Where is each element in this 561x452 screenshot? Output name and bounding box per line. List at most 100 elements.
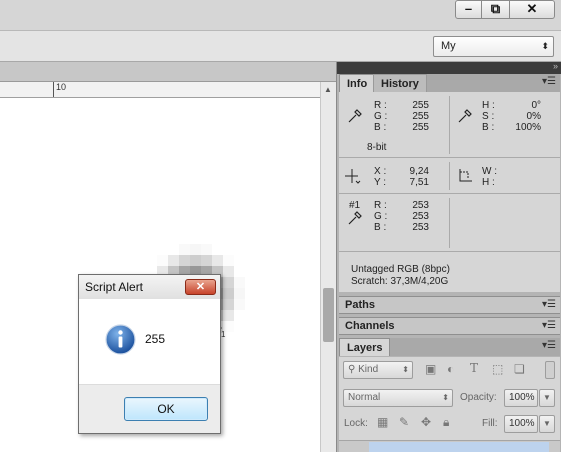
image-pixel [179, 244, 190, 255]
eyedropper-icon [348, 211, 362, 225]
brightness-value: 100% [515, 122, 541, 133]
lock-transparent-icon[interactable]: ▦ [377, 415, 388, 429]
panel-menu-icon[interactable]: ▾☰ [542, 299, 556, 310]
dialog-body: 255 [79, 299, 220, 384]
updown-arrow-icon: ⬍ [541, 41, 549, 51]
search-icon: ⚲ [348, 364, 359, 375]
dialog-message: 255 [145, 332, 166, 346]
s-label: S : [482, 111, 495, 122]
script-alert-dialog: Script Alert ✕ 255 OK [78, 274, 221, 434]
w-label: W : [482, 166, 497, 177]
type-filter-icon[interactable]: T [470, 361, 478, 375]
smart-object-filter-icon[interactable]: ❏ [514, 362, 525, 376]
paths-title: Paths [345, 299, 375, 311]
bit-depth: 8-bit [367, 142, 387, 153]
divider [449, 162, 450, 190]
lock-label: Lock: [344, 418, 368, 429]
info-panel: R : G : B : 255 255 255 8-bit H : S : B … [339, 92, 560, 292]
window-close-button[interactable]: ✕ [510, 0, 555, 19]
brightness-label: B : [482, 122, 495, 133]
sampler-g-label: G : [374, 211, 388, 222]
lock-all-icon[interactable]: 🔒︎ [443, 415, 449, 430]
panel-menu-icon[interactable]: ▾☰ [542, 76, 556, 87]
y-label: Y : [374, 177, 387, 188]
restore-button[interactable]: ⧉ [482, 0, 510, 19]
shape-filter-icon[interactable]: ⬚ [492, 362, 503, 376]
image-pixel [234, 277, 245, 288]
scroll-up-icon[interactable]: ▲ [324, 85, 332, 94]
workspace-select[interactable]: My ⬍ [433, 36, 554, 57]
tab-info[interactable]: Info [339, 74, 376, 92]
window-titlebar: – ⧉ ✕ [0, 0, 561, 30]
image-pixel [157, 255, 168, 266]
b-label: B : [374, 122, 387, 133]
selected-layer-highlight [369, 442, 549, 452]
scroll-thumb[interactable] [323, 288, 334, 342]
tab-history[interactable]: History [373, 74, 427, 92]
image-pixel [223, 255, 234, 266]
scratch-sizes: Scratch: 37,3M/4,20G [351, 276, 449, 287]
vertical-scrollbar[interactable]: ▲ [320, 82, 336, 452]
image-pixel [234, 299, 245, 310]
panel-menu-icon[interactable]: ▾☰ [542, 320, 556, 331]
sampler-g-value: 253 [412, 211, 429, 222]
kind-label: Kind [358, 364, 379, 375]
paths-panel-header[interactable]: Paths ▾☰ [339, 296, 560, 314]
horizontal-ruler: 10 [0, 82, 320, 98]
panel-collapse-bar[interactable]: » [337, 61, 561, 74]
info-panel-tabs: Info History ▾☰ [339, 74, 560, 92]
selection-size-icon [459, 169, 472, 182]
tab-layers[interactable]: Layers [339, 338, 391, 356]
kind-filter-select[interactable]: ⚲ Kind ⬍ [343, 361, 413, 379]
eyedropper-icon [348, 109, 362, 123]
fill-field[interactable]: 100% [504, 415, 538, 433]
h-value: 0° [531, 100, 541, 111]
blend-mode-value: Normal [348, 392, 381, 403]
blend-mode-select[interactable]: Normal ⬍ [343, 389, 453, 407]
image-pixel [179, 255, 190, 266]
panel-dock: » Info History ▾☰ R : G : B : 255 255 25… [336, 61, 561, 452]
document-profile: Untagged RGB (8bpc) [351, 264, 450, 275]
workspace-value: My [441, 40, 456, 52]
chevron-down-icon[interactable]: ▼ [539, 415, 555, 433]
document-tab-strip [0, 62, 336, 82]
dialog-close-button[interactable]: ✕ [185, 279, 216, 295]
updown-arrow-icon: ⬍ [402, 365, 409, 374]
y-value: 7,51 [409, 177, 429, 188]
layers-panel-tabs: Layers ▾☰ [339, 338, 560, 356]
g-value: 255 [412, 111, 429, 122]
double-chevron-icon[interactable]: » [553, 61, 558, 71]
minimize-button[interactable]: – [455, 0, 482, 19]
image-pixel [201, 255, 212, 266]
opacity-field[interactable]: 100% [504, 389, 538, 407]
panel-menu-icon[interactable]: ▾☰ [542, 340, 556, 351]
image-pixel [212, 255, 223, 266]
sampler-r-value: 253 [412, 200, 429, 211]
crosshair-icon [345, 169, 361, 184]
image-pixel [223, 277, 234, 288]
lock-paint-icon[interactable]: ✎ [399, 415, 409, 429]
r-value: 255 [412, 100, 429, 111]
ruler-tick [53, 82, 54, 97]
chevron-down-icon[interactable]: ▼ [539, 389, 555, 407]
sampler-r-label: R : [374, 200, 387, 211]
wh-h-label: H : [482, 177, 495, 188]
b-value: 255 [412, 122, 429, 133]
sampler-b-label: B : [374, 222, 387, 233]
options-bar: My ⬍ [0, 30, 561, 62]
filter-toggle[interactable] [545, 361, 555, 379]
image-pixel [168, 255, 179, 266]
lock-position-icon[interactable]: ✥ [421, 415, 431, 429]
layer-row[interactable] [339, 440, 560, 452]
adjustment-filter-icon[interactable]: ◐ [447, 362, 454, 376]
ruler-tick-label: 10 [56, 82, 67, 92]
image-filter-icon[interactable]: ▣ [425, 362, 436, 376]
channels-title: Channels [345, 320, 395, 332]
x-value: 9,24 [409, 166, 429, 177]
channels-panel-header[interactable]: Channels ▾☰ [339, 317, 560, 335]
opacity-label: Opacity: [460, 392, 497, 403]
g-label: G : [374, 111, 388, 122]
ok-button[interactable]: OK [124, 397, 208, 421]
image-pixel [201, 244, 212, 255]
r-label: R : [374, 100, 387, 111]
